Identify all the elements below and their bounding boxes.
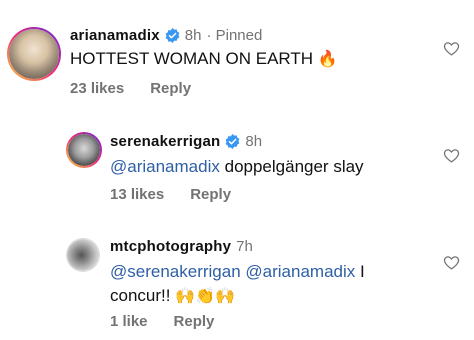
likes-count[interactable]: 23 likes [70,80,124,97]
mention-link[interactable]: @arianamadix [245,262,355,281]
comment-time: 7h [236,238,253,255]
comment-actions: 23 likes Reply [70,80,191,97]
comment-meta: serenakerrigan 8h [110,133,262,150]
comment-serenakerrigan: serenakerrigan 8h @arianamadix doppelgän… [0,125,474,215]
avatar-arianamadix[interactable] [7,27,61,81]
likes-count[interactable]: 13 likes [110,186,164,203]
username[interactable]: mtcphotography [110,238,231,255]
comment-meta: arianamadix 8h · Pinned [70,27,262,44]
heart-outline-icon[interactable] [443,254,460,271]
pinned-label: · Pinned [206,27,263,44]
comment-body: I [360,262,365,281]
comment-actions: 13 likes Reply [110,186,231,203]
comment-meta: mtcphotography 7h [110,238,253,255]
username[interactable]: serenakerrigan [110,133,220,150]
likes-count[interactable]: 1 like [110,313,148,330]
username[interactable]: arianamadix [70,27,160,44]
comment-text: @serenakerrigan @arianamadix I concur!! … [110,260,440,309]
comment-line-2: concur!! 🙌👏🙌 [110,284,440,309]
comment-arianamadix: arianamadix 8h · Pinned HOTTEST WOMAN ON… [0,0,474,105]
heart-outline-icon[interactable] [443,147,460,164]
comment-time: 8h [245,133,263,150]
comment-body: HOTTEST WOMAN ON EARTH [70,49,314,68]
comment-actions: 1 like Reply [110,313,214,330]
reply-button[interactable]: Reply [174,313,215,330]
comment-text: @arianamadix doppelgänger slay [110,155,364,179]
avatar-serenakerrigan[interactable] [66,132,102,168]
comment-body: concur!! [110,286,171,305]
verified-badge-icon [165,28,180,43]
avatar-mtcphotography[interactable] [66,238,100,272]
fire-emoji: 🔥 [317,51,338,68]
heart-outline-icon[interactable] [443,40,460,57]
comment-time: 8h [184,27,202,44]
emoji-group: 🙌👏🙌 [175,288,235,305]
comment-body: doppelgänger slay [224,157,364,176]
reply-button[interactable]: Reply [190,186,231,203]
mention-link[interactable]: @serenakerrigan [110,262,241,281]
comment-text: HOTTEST WOMAN ON EARTH 🔥 [70,47,338,72]
comment-line-1: @serenakerrigan @arianamadix I [110,260,440,284]
mention-link[interactable]: @arianamadix [110,157,220,176]
comment-mtcphotography: mtcphotography 7h @serenakerrigan @arian… [0,232,474,340]
verified-badge-icon [225,134,240,149]
reply-button[interactable]: Reply [150,80,191,97]
